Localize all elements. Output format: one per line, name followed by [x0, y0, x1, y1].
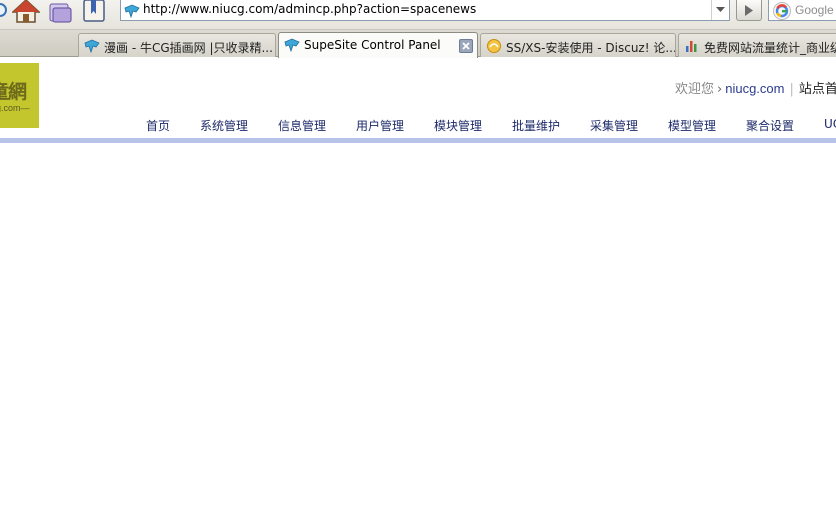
close-tab-icon[interactable] [459, 39, 473, 53]
nav-uc[interactable]: UC [824, 117, 836, 131]
tab-title: 漫画 - 牛CG插画网 |只收录精... [104, 41, 273, 55]
chart-icon [684, 38, 700, 57]
nav-models[interactable]: 模型管理 [668, 117, 716, 134]
nav-system[interactable]: 系统管理 [200, 117, 248, 134]
separator-arrow: › [717, 82, 723, 97]
tab-supesite[interactable]: SupeSite Control Panel [278, 32, 478, 58]
nav-batch[interactable]: 批量维护 [512, 117, 560, 134]
user-bar: 欢迎您›niucg.com | 站点首页 [675, 78, 836, 97]
tab-strip: 漫画 - 牛CG插画网 |只收录精... SupeSite Control Pa… [0, 30, 836, 58]
forum-icon [486, 38, 502, 57]
go-arrow-icon[interactable] [736, 0, 762, 21]
nav-modules[interactable]: 模块管理 [434, 117, 482, 134]
tab-stats[interactable]: 免费网站流量统计_商业级 [678, 33, 836, 57]
nav-collect[interactable]: 采集管理 [590, 117, 638, 134]
tab-manhua[interactable]: 漫画 - 牛CG插画网 |只收录精... [78, 33, 276, 57]
site-favicon-icon [84, 38, 100, 57]
nav-aggregate[interactable]: 聚合设置 [746, 117, 794, 134]
nav-home[interactable]: 首页 [146, 117, 170, 134]
home-icon[interactable] [11, 0, 41, 27]
main-nav: 首页 系统管理 信息管理 用户管理 模块管理 批量维护 采集管理 模型管理 聚合… [0, 117, 836, 137]
dropdown-arrow-icon[interactable] [711, 0, 729, 20]
search-input[interactable]: Google [768, 0, 836, 21]
separator-bar: | [789, 82, 794, 97]
logo-subtext: g.com— [0, 103, 30, 113]
nav-info[interactable]: 信息管理 [278, 117, 326, 134]
username-link[interactable]: niucg.com [725, 81, 784, 96]
history-icon[interactable] [47, 0, 73, 28]
browser-toolbar: http://www.niucg.com/admincp.php?action=… [0, 0, 836, 30]
address-bar[interactable]: http://www.niucg.com/admincp.php?action=… [120, 0, 730, 21]
logo-text: 童網 [0, 81, 27, 103]
site-home-link[interactable]: 站点首页 [799, 82, 836, 97]
bookmarks-icon[interactable] [82, 0, 108, 27]
url-text[interactable]: http://www.niucg.com/admincp.php?action=… [143, 2, 476, 16]
google-icon [772, 2, 792, 24]
tab-discuz[interactable]: SS/XS-安装使用 - Discuz! 论... [480, 33, 676, 57]
search-placeholder: Google [795, 3, 834, 17]
content-area [0, 143, 836, 509]
tab-title: SS/XS-安装使用 - Discuz! 论... [506, 41, 676, 55]
nav-users[interactable]: 用户管理 [356, 117, 404, 134]
welcome-text: 欢迎您 [675, 82, 715, 97]
search-icon[interactable] [0, 1, 10, 25]
tab-title: SupeSite Control Panel [304, 38, 441, 52]
tab-title: 免费网站流量统计_商业级 [704, 41, 836, 55]
site-favicon-icon [284, 37, 300, 56]
site-favicon-icon [124, 3, 140, 22]
